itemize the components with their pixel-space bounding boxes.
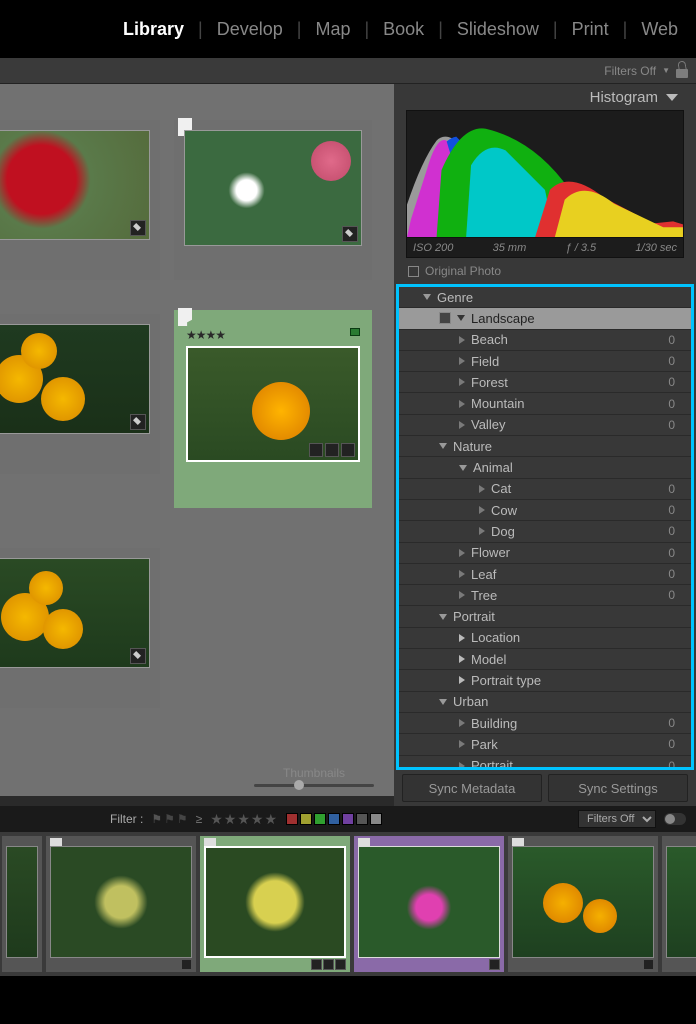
histogram-header[interactable]: Histogram [394, 84, 696, 110]
module-slideshow[interactable]: Slideshow [457, 19, 539, 40]
keyword-urban[interactable]: Urban [399, 692, 691, 713]
sync-buttons: Sync Metadata Sync Settings [394, 770, 696, 806]
original-photo-label: Original Photo [425, 264, 501, 278]
thumbnail-size: Thumbnails [234, 756, 394, 796]
module-web[interactable]: Web [641, 19, 678, 40]
keyword-forest[interactable]: Forest0 [399, 372, 691, 393]
grid-cell[interactable] [0, 314, 160, 474]
keyword-list[interactable]: Genre Landscape Beach0 Field0 Forest0 Mo… [399, 287, 691, 770]
filter-label: Filter : [110, 812, 143, 826]
thumbnails-label: Thumbnails [283, 766, 345, 780]
filters-off-label[interactable]: Filters Off [604, 64, 656, 78]
module-develop[interactable]: Develop [217, 19, 283, 40]
tag-icon [130, 220, 146, 236]
histogram-label: Histogram [590, 89, 658, 106]
color-filters[interactable] [286, 813, 382, 825]
library-filter-row: Filters Off ▼ [0, 58, 696, 84]
sync-metadata-button[interactable]: Sync Metadata [402, 774, 542, 802]
focal-label: 35 mm [493, 242, 527, 254]
keyword-building[interactable]: Building0 [399, 713, 691, 734]
original-photo-row[interactable]: Original Photo [394, 258, 696, 284]
histogram[interactable] [406, 110, 684, 238]
keyword-tree[interactable]: Tree0 [399, 585, 691, 606]
keyword-cow[interactable]: Cow0 [399, 500, 691, 521]
keyword-list-highlight: Genre Landscape Beach0 Field0 Forest0 Mo… [396, 284, 694, 770]
star-filter[interactable]: ★★★★★ [210, 811, 278, 828]
thumbnail-size-slider[interactable] [254, 784, 374, 787]
keyword-portrait-type[interactable]: Portrait type [399, 670, 691, 691]
color-label-green[interactable] [350, 328, 360, 336]
keyword-animal[interactable]: Animal [399, 457, 691, 478]
right-panel: Histogram ISO 200 35 mm ƒ / 3.5 1/30 [394, 84, 696, 806]
keyword-model[interactable]: Model [399, 649, 691, 670]
tag-icon [130, 648, 146, 664]
keyword-portrait2[interactable]: Portrait0 [399, 756, 691, 770]
histogram-info: ISO 200 35 mm ƒ / 3.5 1/30 sec [406, 238, 684, 258]
main-row: ★★★★ [0, 84, 696, 806]
crop-icon [325, 443, 339, 457]
ge-symbol: ≥ [196, 812, 203, 826]
module-map[interactable]: Map [315, 19, 350, 40]
module-bar: Library | Develop | Map | Book | Slidesh… [0, 0, 696, 58]
filmstrip[interactable] [0, 832, 696, 976]
filmstrip-thumb-selected[interactable] [200, 836, 350, 972]
iso-label: ISO 200 [413, 242, 453, 254]
keyword-dog[interactable]: Dog0 [399, 521, 691, 542]
lightroom-app: Library | Develop | Map | Book | Slidesh… [0, 0, 696, 1024]
keyword-landscape[interactable]: Landscape [399, 308, 691, 329]
filmstrip-thumb[interactable] [46, 836, 196, 972]
checkbox-icon[interactable] [439, 312, 451, 324]
keyword-leaf[interactable]: Leaf0 [399, 564, 691, 585]
filters-dropdown[interactable]: Filters Off [578, 810, 656, 828]
keyword-mountain[interactable]: Mountain0 [399, 393, 691, 414]
tag-icon [130, 414, 146, 430]
keyword-park[interactable]: Park0 [399, 734, 691, 755]
tag-icon [342, 226, 358, 242]
tag-icon [181, 959, 192, 970]
grid-cell[interactable] [0, 120, 160, 280]
rating-stars[interactable]: ★★★★ [186, 328, 225, 342]
filter-switch[interactable] [664, 813, 686, 825]
keyword-cat[interactable]: Cat0 [399, 479, 691, 500]
flag-icon[interactable] [178, 308, 192, 326]
chevron-down-icon[interactable]: ▼ [662, 66, 670, 75]
keyword-genre[interactable]: Genre [399, 287, 691, 308]
grid-cell[interactable] [0, 548, 160, 708]
bottom-spacer [0, 976, 696, 1024]
filmstrip-thumb[interactable] [662, 836, 696, 972]
lock-icon[interactable] [676, 64, 688, 78]
histogram-svg [407, 111, 683, 237]
keyword-field[interactable]: Field0 [399, 351, 691, 372]
tag-icon [309, 443, 323, 457]
filmstrip-filter-bar: Filter : ⚑⚑⚑ ≥ ★★★★★ Filters Off [0, 806, 696, 832]
grid-cell-selected[interactable]: ★★★★ [174, 310, 372, 508]
checkbox-icon[interactable] [408, 266, 419, 277]
keyword-flower[interactable]: Flower0 [399, 543, 691, 564]
keyword-portrait[interactable]: Portrait [399, 606, 691, 627]
badge-row [309, 443, 355, 457]
module-library[interactable]: Library [123, 19, 184, 40]
keyword-nature[interactable]: Nature [399, 436, 691, 457]
chevron-down-icon [666, 94, 678, 101]
sync-settings-button[interactable]: Sync Settings [548, 774, 688, 802]
module-book[interactable]: Book [383, 19, 424, 40]
adjust-icon [341, 443, 355, 457]
grid-cell[interactable] [174, 120, 372, 280]
filmstrip-thumb[interactable] [354, 836, 504, 972]
filmstrip-thumb[interactable] [508, 836, 658, 972]
shutter-label: 1/30 sec [635, 242, 677, 254]
aperture-label: ƒ / 3.5 [566, 242, 597, 254]
keyword-beach[interactable]: Beach0 [399, 330, 691, 351]
keyword-location[interactable]: Location [399, 628, 691, 649]
filmstrip-thumb[interactable] [2, 836, 42, 972]
module-print[interactable]: Print [572, 19, 609, 40]
keyword-valley[interactable]: Valley0 [399, 415, 691, 436]
grid-view[interactable]: ★★★★ [0, 84, 394, 796]
flag-filters[interactable]: ⚑⚑⚑ [151, 812, 187, 826]
